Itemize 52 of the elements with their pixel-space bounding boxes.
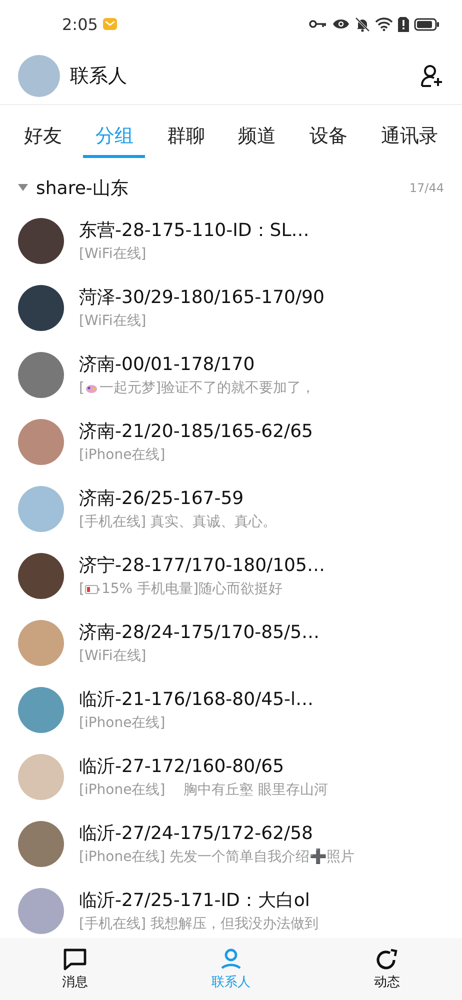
- tab[interactable]: 好友: [12, 116, 74, 158]
- tab[interactable]: 群聊: [154, 116, 217, 158]
- profile-avatar[interactable]: [18, 55, 60, 97]
- tab[interactable]: 设备: [298, 116, 360, 158]
- contact-name[interactable]: 临沂-27/24-175/172-62/58: [79, 821, 355, 845]
- contact-name[interactable]: 济宁-28-177/170-180/105…: [79, 553, 325, 577]
- contact-status: [WiFi在线]: [79, 647, 148, 665]
- avatar[interactable]: [18, 552, 64, 598]
- contact-status: [手机在线] 我想解压，但我没办法做到: [79, 915, 318, 933]
- tab[interactable]: 通讯录: [368, 116, 450, 158]
- contact-name[interactable]: 临沂-21-176/168-80/45-l…: [79, 687, 314, 711]
- contact-name[interactable]: 菏泽-30/29-180/165-170/90: [79, 285, 324, 309]
- contact-status: [iPhone在线]: [79, 446, 166, 464]
- contact-name[interactable]: 济南-21/20-185/165-62/65: [79, 419, 314, 443]
- group-name[interactable]: share-山东: [36, 176, 128, 200]
- tab[interactable]: 频道: [226, 116, 288, 158]
- mail-app-icon: [102, 16, 118, 32]
- wifi-icon: [375, 17, 393, 31]
- status-bracket: [: [79, 380, 84, 396]
- key-icon: [309, 19, 327, 29]
- game-icon: [85, 382, 98, 394]
- group-count: 17/44: [409, 181, 444, 195]
- status-bracket: [: [79, 581, 84, 597]
- contact-name[interactable]: 临沂-27-172/160-80/65: [79, 754, 328, 778]
- contact-status: [iPhone在线] 先发一个简单自我介绍➕照片: [79, 848, 355, 866]
- caret-icon[interactable]: [18, 184, 28, 192]
- contact-name[interactable]: 东营-28-175-110-ID：SL…: [79, 218, 310, 242]
- contact-status: [WiFi在线]: [79, 312, 148, 330]
- contact-status: [手机在线] 真实、真诚、真心。: [79, 513, 276, 531]
- battery-icon: [414, 18, 440, 30]
- avatar[interactable]: [18, 218, 64, 264]
- add-contact-icon[interactable]: [420, 64, 444, 88]
- contact-status: 一起元梦]验证不了的就不要加了，: [99, 379, 315, 397]
- contact-name[interactable]: 济南-00/01-178/170: [79, 352, 315, 376]
- eye-icon: [332, 18, 350, 30]
- contact-name[interactable]: 临沂-27/25-171-ID：大白ol: [79, 888, 318, 912]
- contact-status: [iPhone在线]: [79, 714, 166, 732]
- sim-alert-icon: [398, 16, 409, 32]
- refresh-icon: [374, 947, 400, 971]
- nav-tab[interactable]: 动态: [360, 945, 414, 993]
- contact-name[interactable]: 济南-26/25-167-59: [79, 486, 276, 510]
- battery-icon: [85, 584, 100, 594]
- status-time: 2:05: [62, 14, 98, 34]
- contact-status: [WiFi在线]: [79, 245, 148, 263]
- muted-bell-icon: [355, 16, 370, 32]
- contact-status: [iPhone在线] 胸中有丘壑 眼里存山河: [79, 781, 328, 799]
- page-title: 联系人: [70, 64, 127, 89]
- nav-tab[interactable]: 消息: [48, 945, 102, 993]
- contact-name[interactable]: 济南-28/24-175/170-85/5…: [79, 620, 320, 644]
- message-icon: [62, 947, 88, 971]
- contact-status: 15% 手机电量]随心而欲挺好: [101, 580, 282, 598]
- avatar[interactable]: [18, 284, 64, 330]
